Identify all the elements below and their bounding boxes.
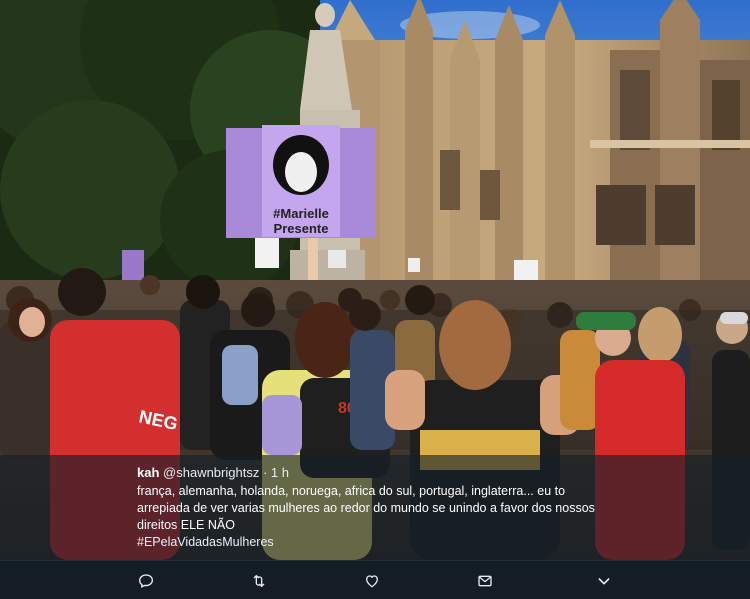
tweet-timestamp[interactable]: 1 h [271,465,289,480]
retweet-button[interactable] [247,569,271,593]
tweet-caption: kah @shawnbrightsz · 1 h frança, alemanh… [0,455,750,560]
tweet-action-bar [0,560,750,599]
chevron-down-icon [598,578,610,585]
reply-button[interactable] [134,569,158,593]
sign-hashtag-line2: Presente [274,221,329,236]
reply-icon [139,574,153,588]
envelope-icon [478,575,492,587]
gothic-building [330,0,750,300]
more-options-button[interactable] [592,569,616,593]
direct-message-button[interactable] [473,569,497,593]
author-handle[interactable]: @shawnbrightsz [163,465,259,480]
tweet-byline: kah @shawnbrightsz · 1 h [137,464,617,481]
retweet-icon [253,575,265,587]
sign-hashtag-line1: #Marielle [273,206,329,221]
like-button[interactable] [360,569,384,593]
heart-icon [366,575,378,588]
tweet-text: frança, alemanha, holanda, noruega, afri… [137,484,595,532]
author-name[interactable]: kah [137,465,159,480]
tweet-hashtag[interactable]: #EPelaVidadasMulheres [137,534,617,551]
byline-separator: · [262,465,268,480]
